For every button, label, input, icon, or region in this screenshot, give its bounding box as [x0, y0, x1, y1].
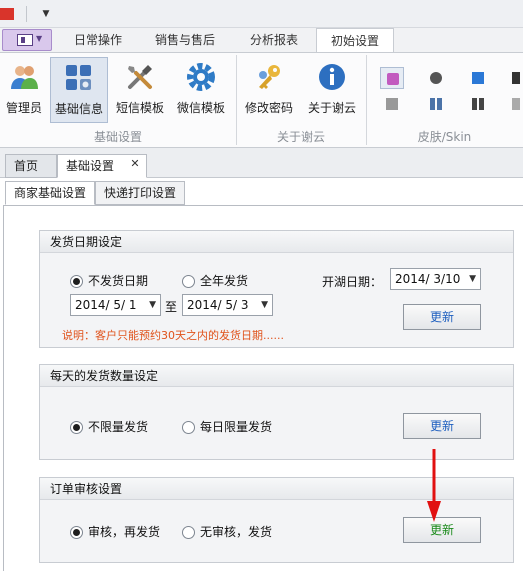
daily-quantity-panel-title: 每天的发货数量设定: [40, 365, 513, 387]
radio-no-ship-date[interactable]: 不发货日期: [70, 273, 148, 289]
office-skin-icon: [512, 72, 520, 84]
chevron-down-icon: ▼: [261, 300, 268, 310]
app-menu-button[interactable]: ▼: [2, 29, 52, 51]
radio-no-review-ship[interactable]: 无审核，发货: [182, 524, 272, 540]
open-lake-date-picker[interactable]: 2014/ 3/10 ▼: [390, 268, 481, 290]
skin-option-black[interactable]: [506, 67, 523, 89]
annotation-arrow-icon: [427, 449, 441, 522]
wechat-template-label: 微信模板: [176, 101, 225, 115]
tab-initial-settings[interactable]: 初始设置: [316, 28, 394, 52]
administrator-label: 管理员: [5, 101, 42, 115]
doc-tab-home[interactable]: 首页面: [5, 154, 57, 195]
document-tab-strip: 首页面 基础设置 ✕: [0, 148, 523, 195]
basic-info-button[interactable]: 基础信息: [50, 57, 108, 123]
radio-unlimited-ship[interactable]: 不限量发货: [70, 419, 148, 435]
key-icon: [259, 65, 280, 89]
office-skin-icon: [430, 72, 442, 84]
radio-all-year-ship[interactable]: 全年发货: [182, 273, 248, 289]
start-date-picker[interactable]: 2014/ 5/ 1 ▼: [70, 294, 161, 316]
ship-date-update-button[interactable]: 更新: [403, 304, 481, 330]
daily-quantity-panel: 每天的发货数量设定 不限量发货 每日限量发货 更新: [39, 364, 514, 460]
wechat-template-button[interactable]: 微信模板: [172, 57, 230, 123]
grid-skin-icon: [512, 98, 520, 110]
change-password-button[interactable]: 修改密码: [240, 57, 298, 123]
subtab-merchant-settings[interactable]: 商家基础设置: [5, 181, 95, 205]
info-icon: [319, 64, 345, 90]
daily-quantity-update-button[interactable]: 更新: [403, 413, 481, 439]
radio-review-then-ship[interactable]: 审核，再发货: [70, 524, 160, 540]
skin-option-light-grid[interactable]: [506, 93, 523, 115]
order-review-panel: 订单审核设置 审核，再发货 无审核，发货 更新: [39, 477, 514, 563]
office-skin-icon: [387, 73, 399, 85]
tools-icon: [128, 65, 152, 89]
skin-option-blue[interactable]: [466, 67, 490, 89]
group-label-about: 关于谢云: [276, 130, 325, 144]
skin-option-gray[interactable]: [380, 93, 404, 115]
users-icon: [11, 66, 38, 89]
end-date-value: 2014/ 5/ 3: [187, 298, 249, 312]
start-date-value: 2014/ 5/ 1: [75, 298, 137, 312]
grid-skin-icon: [430, 98, 442, 110]
tab-analysis-reports[interactable]: 分析报表: [236, 28, 312, 52]
about-button[interactable]: 关于谢云: [302, 57, 362, 123]
app-logo-icon: [0, 8, 14, 20]
title-bar: ▼: [0, 0, 523, 28]
skin-option-dark[interactable]: [424, 67, 448, 89]
grid-settings-icon: [66, 65, 91, 90]
about-label: 关于谢云: [307, 101, 356, 115]
end-date-picker[interactable]: 2014/ 5/ 3 ▼: [182, 294, 273, 316]
sms-template-button[interactable]: 短信模板: [112, 57, 168, 123]
group-label-basic-settings: 基础设置: [93, 130, 142, 144]
close-icon[interactable]: ✕: [128, 157, 142, 171]
open-lake-date-label: 开湖日期：: [322, 275, 383, 289]
doc-tab-basic-settings-label: 基础设置: [66, 159, 115, 173]
ship-date-panel-title: 发货日期设定: [40, 231, 513, 253]
gear-icon: [187, 63, 215, 91]
basic-info-label: 基础信息: [54, 102, 103, 116]
skin-option-purple[interactable]: [380, 67, 404, 89]
change-password-label: 修改密码: [244, 101, 293, 115]
subtab-express-print-settings[interactable]: 快递打印设置: [95, 181, 185, 205]
chevron-down-icon: ▼: [36, 34, 43, 43]
office-skin-icon: [472, 72, 484, 84]
order-review-update-button[interactable]: 更新: [403, 517, 481, 543]
ship-date-note: 说明：客户只能预约30天之内的发货日期......: [62, 329, 284, 342]
ribbon-tab-row: ▼ 日常操作 销售与售后 分析报表 初始设置: [0, 28, 523, 52]
tab-sales-after-sales[interactable]: 销售与售后: [140, 28, 230, 52]
radio-daily-limit-ship[interactable]: 每日限量发货: [182, 419, 272, 435]
order-review-panel-title: 订单审核设置: [40, 478, 513, 500]
open-lake-date-value: 2014/ 3/10: [395, 272, 461, 286]
date-range-separator: 至: [165, 300, 178, 314]
panel-layout-icon: [17, 34, 33, 46]
quick-access-separator: [26, 6, 27, 22]
chevron-down-icon: ▼: [149, 300, 156, 310]
ship-date-panel: 发货日期设定 不发货日期 全年发货 2014/ 5/ 1 ▼ 至 2014/ 5…: [39, 230, 514, 348]
settings-subtab-strip: 商家基础设置 快递打印设置: [0, 178, 523, 206]
quick-access-dropdown-icon[interactable]: ▼: [38, 6, 54, 22]
skin-option-blue-grid[interactable]: [424, 93, 448, 115]
chevron-down-icon: ▼: [469, 274, 476, 284]
skin-option-dark-grid[interactable]: [466, 93, 490, 115]
administrator-button[interactable]: 管理员: [2, 57, 46, 123]
office-skin-icon: [386, 98, 398, 110]
tab-daily-operations[interactable]: 日常操作: [60, 28, 136, 52]
grid-skin-icon: [472, 98, 484, 110]
group-label-skin: 皮肤/Skin: [417, 130, 472, 144]
sms-template-label: 短信模板: [115, 101, 164, 115]
ribbon-panel: 管理员 基础信息 短信模板 微信模板 修改密码 关于谢云 基础设置 关于谢云 皮…: [0, 52, 523, 148]
